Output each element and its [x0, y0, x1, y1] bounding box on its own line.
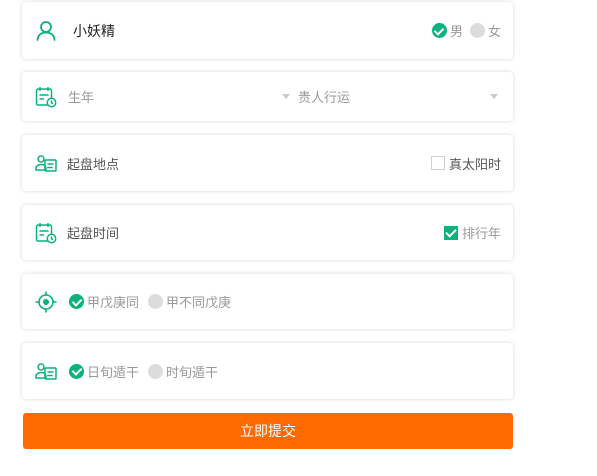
user-card-icon: [34, 359, 58, 383]
arrange-year-checkbox[interactable]: 排行年: [443, 223, 501, 242]
calendar-clock-icon: [34, 221, 58, 245]
check-circle-icon: [69, 294, 84, 309]
caret-down-icon: [490, 94, 498, 99]
year-select[interactable]: 生年: [68, 87, 290, 106]
circle-icon: [148, 363, 164, 379]
user-card-icon: [34, 151, 58, 175]
time-field[interactable]: 起盘时间: [67, 223, 119, 242]
year-card: 生年 贵人行运: [22, 72, 513, 121]
check-circle-icon: [69, 363, 84, 379]
true-solar-checkbox[interactable]: 真太阳时: [430, 154, 501, 173]
circle-icon: [469, 23, 485, 38]
jia-card: 甲戊庚同 甲不同戊庚: [22, 274, 513, 329]
gender-female-radio[interactable]: 女: [469, 21, 501, 40]
checkbox-icon: [430, 156, 445, 170]
name-card: 小妖精 男 女: [22, 2, 513, 59]
noble-select[interactable]: 贵人行运: [298, 87, 501, 106]
hour-xun-radio[interactable]: 时旬遁干: [148, 362, 218, 381]
location-field[interactable]: 起盘地点: [67, 154, 119, 173]
day-xun-radio[interactable]: 日旬遁干: [69, 362, 139, 381]
calendar-clock-icon: [34, 85, 58, 109]
jia-different-radio[interactable]: 甲不同戊庚: [148, 292, 231, 311]
checkbox-checked-icon: [443, 225, 458, 240]
time-card: 起盘时间 排行年: [22, 205, 513, 260]
user-icon: [34, 19, 58, 43]
circle-icon: [148, 294, 164, 309]
caret-down-icon: [282, 94, 290, 99]
gender-male-radio[interactable]: 男: [431, 21, 463, 40]
name-input[interactable]: 小妖精: [73, 21, 115, 41]
submit-button[interactable]: 立即提交: [23, 413, 513, 449]
location-card: 起盘地点 真太阳时: [22, 135, 513, 191]
crosshair-icon: [34, 290, 58, 314]
check-circle-icon: [431, 23, 447, 38]
xun-card: 日旬遁干 时旬遁干: [22, 343, 513, 399]
jia-same-radio[interactable]: 甲戊庚同: [69, 292, 139, 311]
